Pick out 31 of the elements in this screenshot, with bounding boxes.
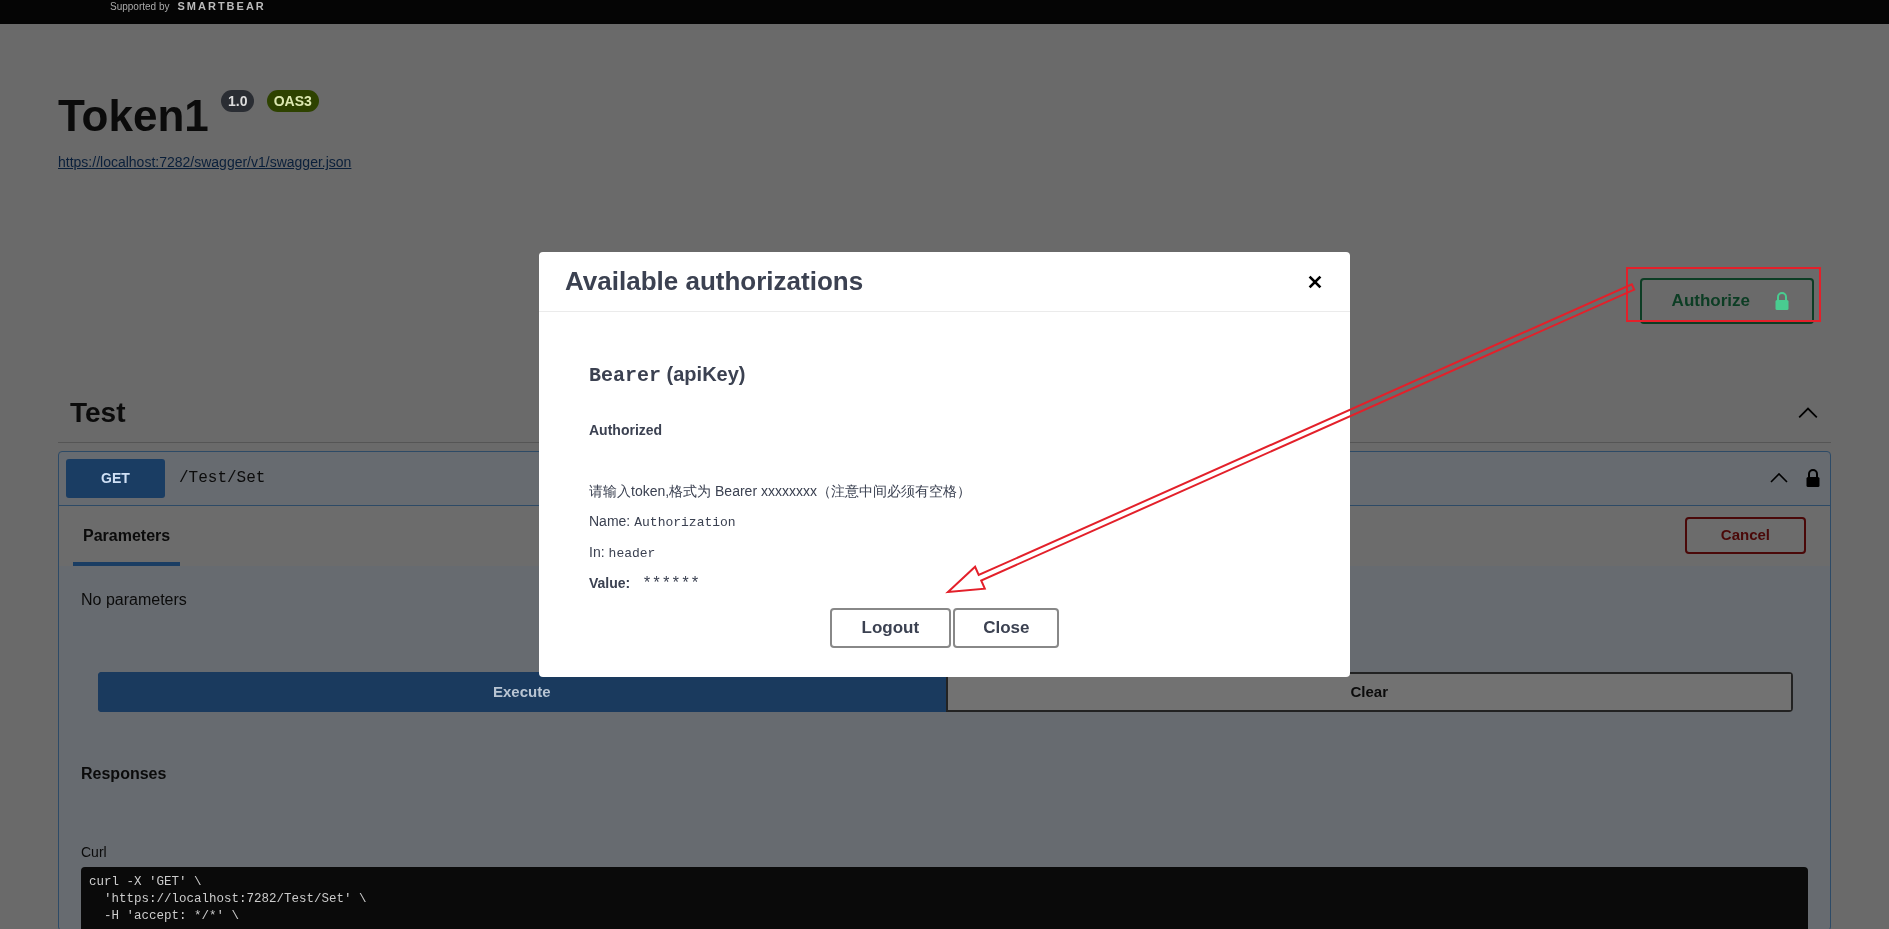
- tagline: Supported by: [110, 0, 170, 13]
- field-label: Name:: [589, 512, 631, 532]
- empty-message: No parameters: [81, 589, 187, 610]
- code-line: -H 'accept: */*' \: [103, 908, 240, 925]
- version-badge: 1.0: [221, 90, 255, 112]
- responses-heading: Responses: [80, 764, 168, 784]
- close-dialog-button[interactable]: Close: [953, 608, 1060, 648]
- field-label: Value:: [589, 574, 631, 594]
- spec-badge: OAS3: [266, 90, 319, 112]
- execute-button[interactable]: Execute: [98, 671, 946, 712]
- authorize-button[interactable]: Authorize: [1639, 278, 1814, 324]
- description-text: 请输入token,格式为 Bearer xxxxxxxx（注意中间必须有空格）: [589, 482, 972, 502]
- modal-title: Available authorizations: [565, 266, 864, 298]
- curl-label: Curl: [80, 843, 108, 862]
- brand-name: SMARTBEAR: [177, 0, 266, 13]
- method-badge: GET: [66, 458, 165, 498]
- code-line: 'https://localhost:7282/Test/Set' \: [103, 891, 367, 908]
- field-value: ******: [642, 574, 700, 596]
- field-value: header: [608, 544, 656, 563]
- cancel-button[interactable]: Cancel: [1684, 517, 1806, 554]
- spec-link[interactable]: https://localhost:7282/swagger/v1/swagger.json: [58, 152, 352, 173]
- clear-button[interactable]: Clear: [945, 671, 1793, 712]
- parameters-tab[interactable]: Parameters: [73, 505, 181, 566]
- field-label: In:: [589, 542, 605, 562]
- api-title: Token1: [58, 91, 209, 140]
- section-heading[interactable]: Test: [70, 391, 126, 434]
- status-label: Authorized: [589, 421, 664, 441]
- code-line: curl -X 'GET' \: [89, 874, 202, 891]
- field-value: Authorization: [634, 514, 736, 533]
- scheme-heading: Bearer (apiKey): [589, 362, 747, 389]
- logout-button[interactable]: Logout: [829, 608, 952, 648]
